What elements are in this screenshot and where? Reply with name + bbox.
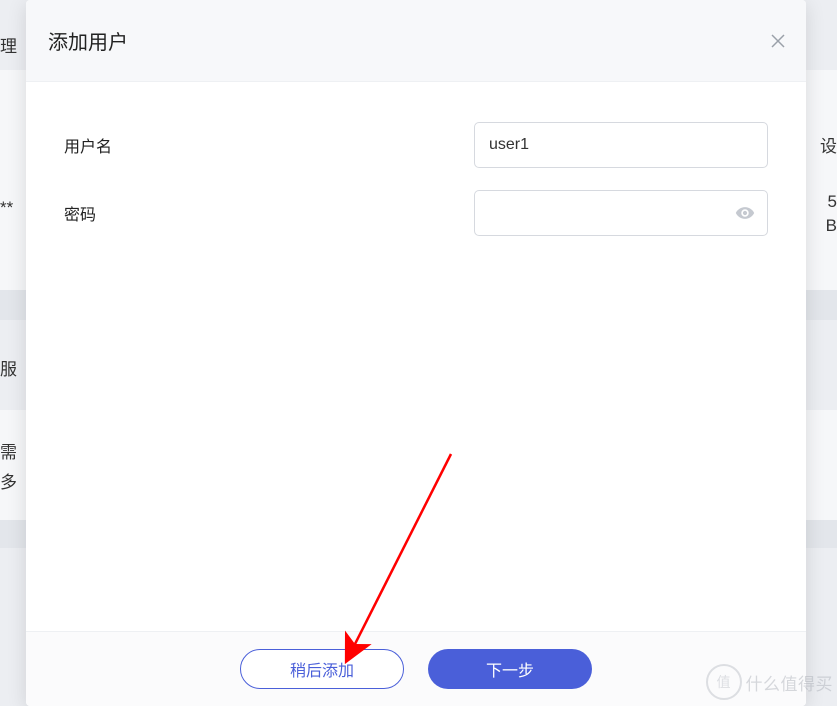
modal-title: 添加用户 [48,26,768,55]
bg-frag-r1: 设 [820,132,837,157]
username-row: 用户名 [64,122,768,168]
bg-frag-r3: B [826,216,837,236]
eye-icon[interactable] [734,202,756,224]
next-step-button[interactable]: 下一步 [428,649,592,689]
bg-frag-1: 理 [0,32,17,57]
bg-frag-3: 服 [0,355,17,380]
username-input[interactable] [474,122,768,168]
close-icon[interactable] [768,31,788,51]
modal-body: 用户名 密码 [26,82,806,631]
add-user-modal: 添加用户 用户名 密码 [26,0,806,706]
password-input[interactable] [474,190,768,236]
modal-footer: 稍后添加 下一步 [26,631,806,706]
add-later-button[interactable]: 稍后添加 [240,649,404,689]
bg-frag-2: ** [0,198,13,218]
bg-frag-5: 多 [0,468,17,493]
password-label: 密码 [64,201,474,225]
password-row: 密码 [64,190,768,236]
bg-frag-4: 需 [0,438,17,463]
modal-header: 添加用户 [26,0,806,82]
username-label: 用户名 [64,133,474,157]
bg-frag-r2: 5 [828,192,837,212]
